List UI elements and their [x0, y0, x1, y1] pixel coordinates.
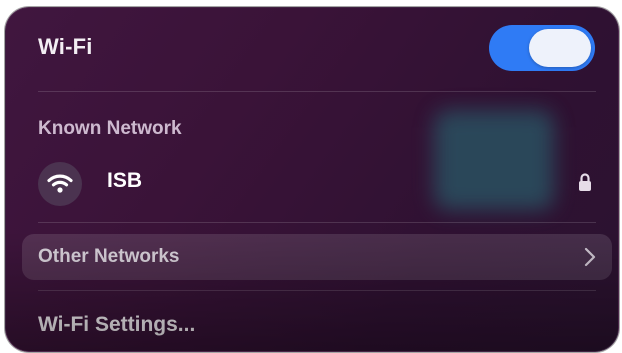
wifi-settings-label: Wi-Fi Settings... — [38, 313, 196, 336]
obscured-region — [434, 110, 554, 210]
divider — [38, 222, 596, 223]
lock-icon — [579, 173, 591, 191]
known-network-heading: Known Network — [38, 118, 182, 139]
wifi-title: Wi-Fi — [38, 34, 93, 59]
divider — [38, 290, 596, 291]
wifi-menu-panel: Wi-Fi Known Network ISB Other Networks W… — [5, 7, 619, 352]
divider — [38, 91, 596, 92]
chevron-right-icon — [584, 247, 596, 267]
wifi-header: Wi-Fi — [6, 22, 618, 74]
network-name: ISB — [107, 169, 143, 192]
wifi-signal-icon — [38, 162, 82, 206]
wifi-toggle-knob — [529, 29, 591, 67]
wifi-toggle[interactable] — [489, 25, 595, 71]
other-networks-label: Other Networks — [38, 246, 180, 267]
network-item-isb[interactable]: ISB — [26, 110, 608, 210]
other-networks-button[interactable]: Other Networks — [22, 234, 612, 280]
wifi-settings-button[interactable]: Wi-Fi Settings... — [22, 302, 612, 346]
